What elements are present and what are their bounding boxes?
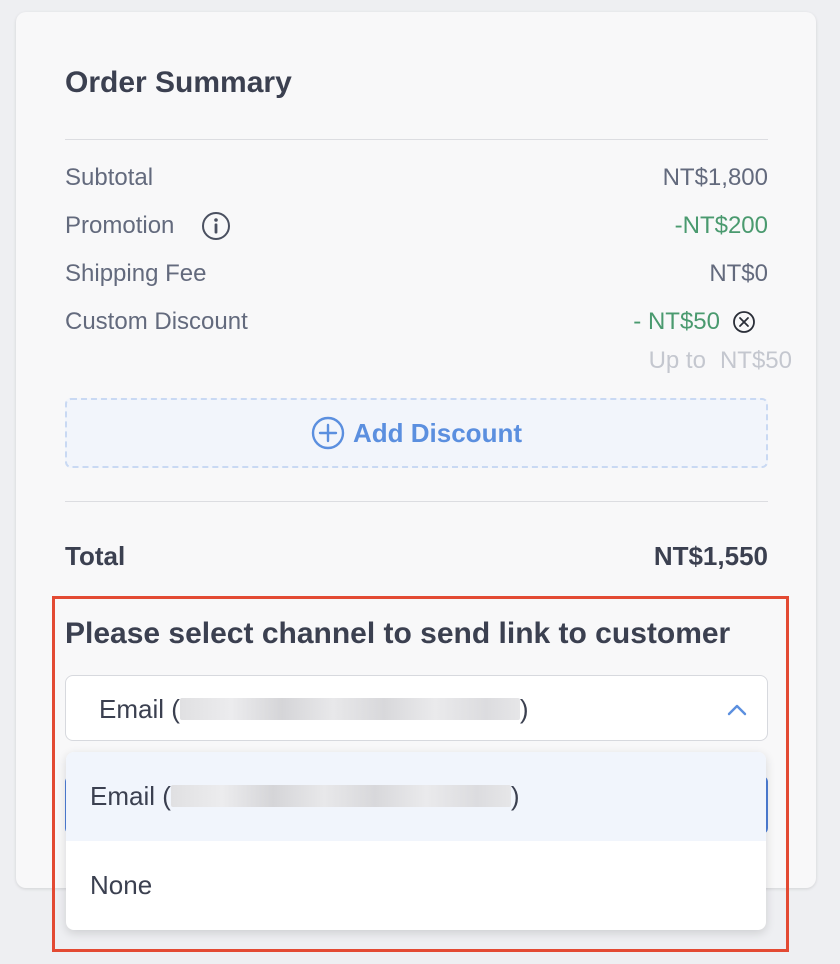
promotion-label: Promotion bbox=[65, 212, 175, 239]
discount-limit: Up to NT$50 bbox=[649, 344, 792, 378]
subtotal-label: Subtotal bbox=[65, 164, 154, 191]
plus-circle-icon bbox=[311, 416, 345, 450]
close-circle-icon[interactable] bbox=[732, 310, 756, 334]
custom-discount-row: Custom Discount - NT$50 bbox=[65, 305, 768, 339]
custom-discount-label: Custom Discount bbox=[65, 308, 248, 335]
add-discount-label: Add Discount bbox=[353, 417, 522, 448]
shipping-label: Shipping Fee bbox=[65, 260, 207, 287]
divider bbox=[65, 501, 768, 502]
divider bbox=[65, 139, 768, 140]
total-value: NT$1,550 bbox=[653, 541, 768, 571]
upto-label: Up to bbox=[648, 347, 706, 374]
info-icon[interactable] bbox=[201, 211, 231, 241]
promotion-value: -NT$200 bbox=[674, 212, 768, 239]
upto-value: NT$50 bbox=[719, 347, 792, 374]
add-discount-button[interactable]: Add Discount bbox=[65, 398, 768, 468]
custom-discount-value: - NT$50 bbox=[633, 308, 720, 335]
total-row: Total NT$1,550 bbox=[65, 538, 768, 574]
shipping-row: Shipping Fee NT$0 bbox=[65, 257, 768, 291]
total-label: Total bbox=[65, 541, 126, 571]
subtotal-row: Subtotal NT$1,800 bbox=[65, 161, 768, 195]
subtotal-value: NT$1,800 bbox=[662, 164, 768, 191]
highlight-box bbox=[52, 596, 789, 952]
order-summary-title: Order Summary bbox=[65, 66, 292, 99]
shipping-value: NT$0 bbox=[709, 260, 768, 287]
promotion-row: Promotion -NT$200 bbox=[65, 209, 768, 243]
